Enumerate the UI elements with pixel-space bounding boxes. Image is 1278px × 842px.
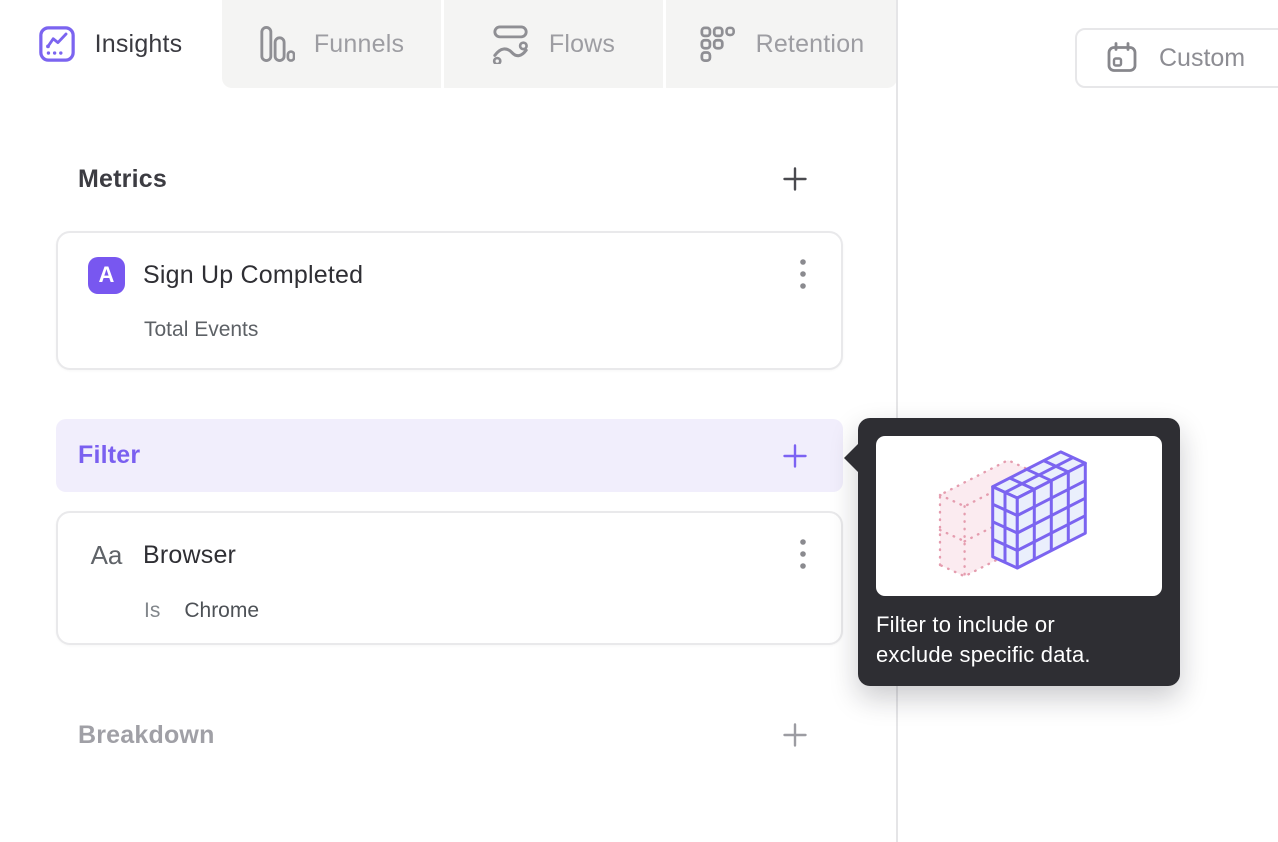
tab-flows-label: Flows bbox=[548, 29, 616, 58]
add-breakdown-button[interactable] bbox=[782, 722, 808, 748]
metric-event-name: Sign Up Completed bbox=[143, 260, 364, 289]
plus-icon bbox=[783, 167, 807, 191]
filter-card[interactable]: Aa Browser Is Chrome bbox=[56, 511, 843, 645]
tooltip-text-line1: Filter to include or bbox=[876, 612, 1055, 637]
metrics-section-header: Metrics bbox=[56, 162, 843, 196]
date-range-custom-button[interactable]: Custom bbox=[1075, 28, 1278, 88]
tab-funnels[interactable]: Funnels bbox=[222, 0, 441, 88]
cube-grid-illustration bbox=[938, 450, 1087, 578]
calendar-icon bbox=[1107, 42, 1137, 72]
retention-grid-icon bbox=[700, 26, 735, 63]
plus-icon bbox=[783, 443, 807, 468]
tab-flows[interactable]: Flows bbox=[444, 0, 663, 88]
insights-query-builder: Insights Funnels Flows Retention Custom … bbox=[0, 0, 1278, 842]
flows-wave-icon bbox=[492, 25, 528, 64]
tab-retention[interactable]: Retention bbox=[666, 0, 897, 88]
filter-value[interactable]: Chrome bbox=[184, 599, 259, 623]
kebab-menu-icon bbox=[800, 538, 806, 569]
tooltip-arrow bbox=[844, 443, 859, 473]
filter-help-tooltip: Filter to include or exclude specific da… bbox=[844, 418, 1180, 686]
tooltip-illustration bbox=[876, 436, 1162, 596]
filter-section-title: Filter bbox=[78, 441, 141, 469]
filter-section-header[interactable]: Filter bbox=[56, 419, 843, 492]
metrics-section-title: Metrics bbox=[78, 164, 167, 193]
tab-funnels-label: Funnels bbox=[313, 29, 405, 58]
add-filter-button[interactable] bbox=[782, 443, 808, 469]
report-tabs: Insights Funnels Flows Retention bbox=[0, 0, 897, 88]
plus-icon bbox=[783, 723, 807, 747]
metric-series-badge: A bbox=[88, 256, 125, 294]
funnels-bars-icon bbox=[260, 26, 295, 62]
kebab-menu-icon bbox=[800, 258, 806, 289]
tooltip-text-line2: exclude specific data. bbox=[876, 642, 1091, 667]
metric-aggregation[interactable]: Total Events bbox=[144, 318, 258, 342]
add-metric-button[interactable] bbox=[782, 166, 808, 192]
tab-insights[interactable]: Insights bbox=[0, 0, 220, 88]
tooltip-text: Filter to include or exclude specific da… bbox=[876, 610, 1162, 670]
filter-property-name: Browser bbox=[143, 540, 237, 569]
string-property-icon: Aa bbox=[90, 539, 123, 570]
breakdown-section-title: Breakdown bbox=[78, 720, 215, 749]
metric-card[interactable]: A Sign Up Completed Total Events bbox=[56, 231, 843, 370]
metric-kebab-menu-button[interactable] bbox=[795, 254, 811, 297]
date-range-label: Custom bbox=[1159, 43, 1246, 72]
filter-kebab-menu-button[interactable] bbox=[795, 534, 811, 577]
tab-retention-label: Retention bbox=[755, 29, 865, 58]
breakdown-section-header: Breakdown bbox=[56, 718, 843, 752]
tab-insights-label: Insights bbox=[94, 29, 183, 58]
filter-operator[interactable]: Is bbox=[144, 599, 160, 623]
insights-chart-icon bbox=[38, 26, 75, 62]
